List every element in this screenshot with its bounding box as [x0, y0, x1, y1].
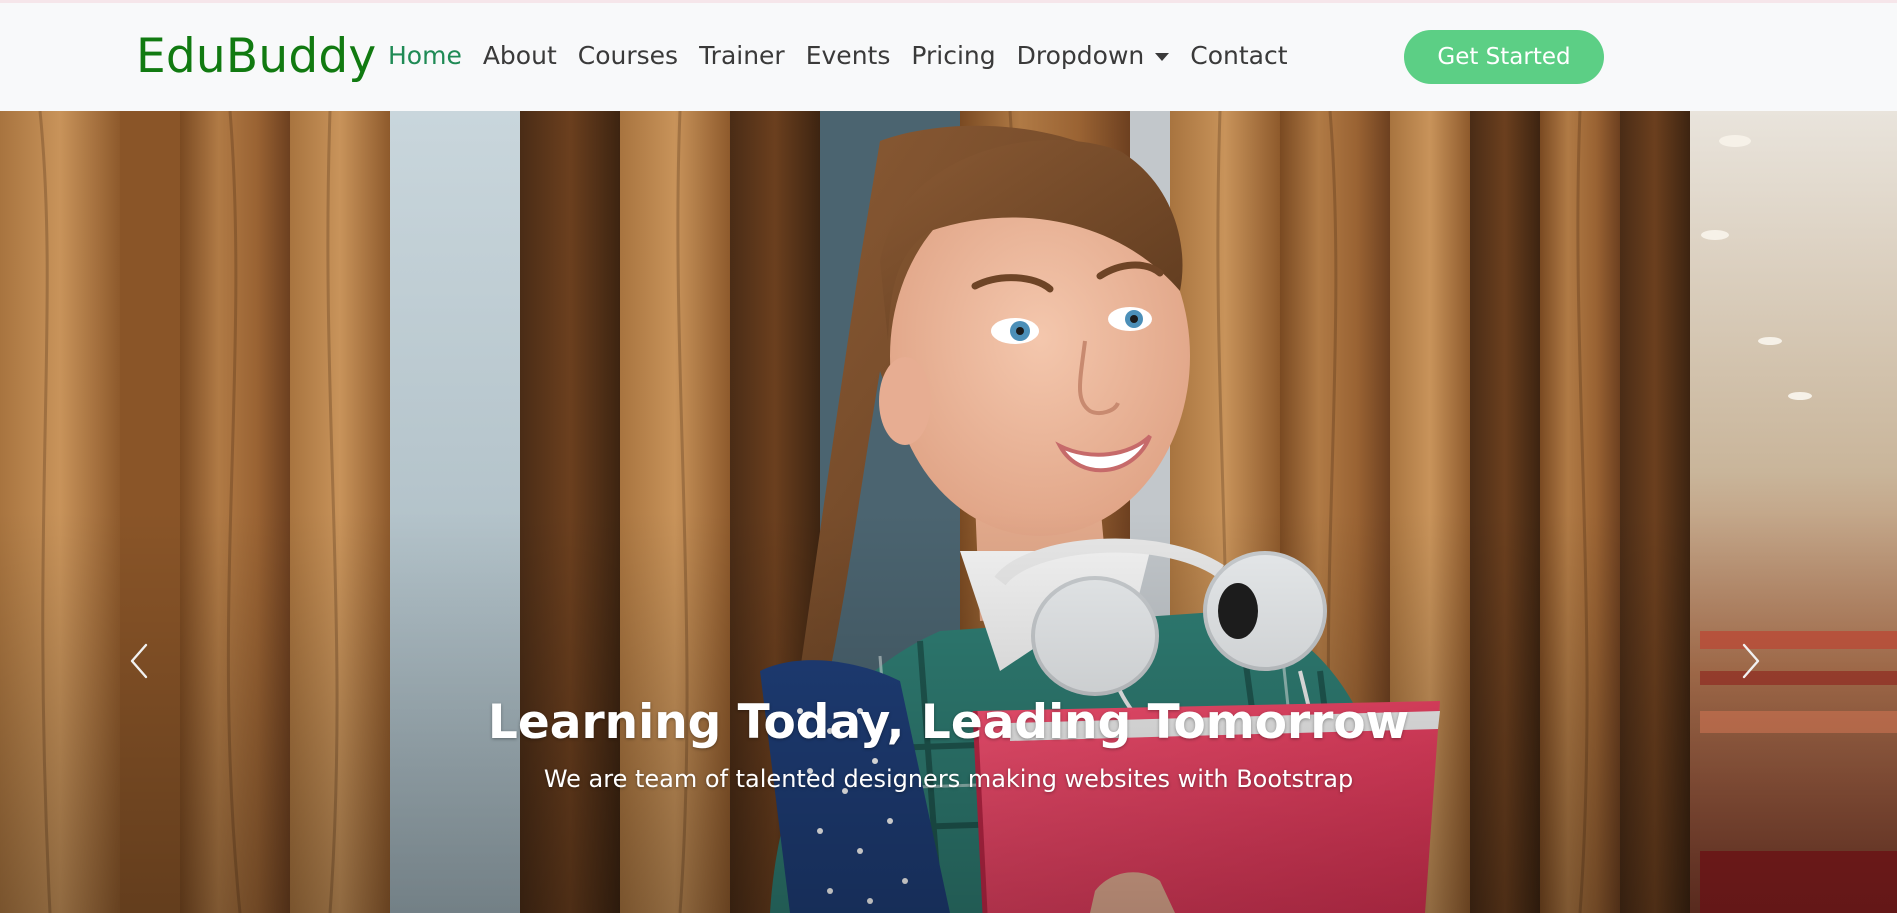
- nav-dropdown-label: Dropdown: [1016, 41, 1145, 70]
- nav-link-trainer[interactable]: Trainer: [699, 41, 785, 71]
- carousel-prev-button[interactable]: [124, 641, 154, 681]
- brand-logo[interactable]: EduBuddy: [136, 29, 376, 85]
- get-started-button[interactable]: Get Started: [1404, 30, 1604, 84]
- nav-link-contact[interactable]: Contact: [1190, 41, 1287, 71]
- nav-link-about[interactable]: About: [483, 41, 557, 71]
- carousel-next-button[interactable]: [1736, 641, 1766, 681]
- hero-carousel: Learning Today, Leading Tomorrow We are …: [0, 111, 1897, 913]
- chevron-left-icon: [130, 643, 148, 679]
- chevron-right-icon: [1742, 643, 1760, 679]
- nav-link-courses[interactable]: Courses: [578, 41, 678, 71]
- hero-headline: Learning Today, Leading Tomorrow: [487, 695, 1410, 750]
- nav-link-pricing[interactable]: Pricing: [911, 41, 995, 71]
- nav-link-events[interactable]: Events: [806, 41, 891, 71]
- caret-down-icon: [1155, 53, 1170, 61]
- nav-link-home[interactable]: Home: [388, 41, 462, 71]
- navbar: EduBuddy Home About Courses Trainer Even…: [0, 3, 1897, 111]
- nav-dropdown-toggle[interactable]: Dropdown: [1017, 41, 1170, 71]
- hero-subline: We are team of talented designers making…: [543, 765, 1354, 793]
- main-nav: Home About Courses Trainer Events Pricin…: [388, 41, 1288, 71]
